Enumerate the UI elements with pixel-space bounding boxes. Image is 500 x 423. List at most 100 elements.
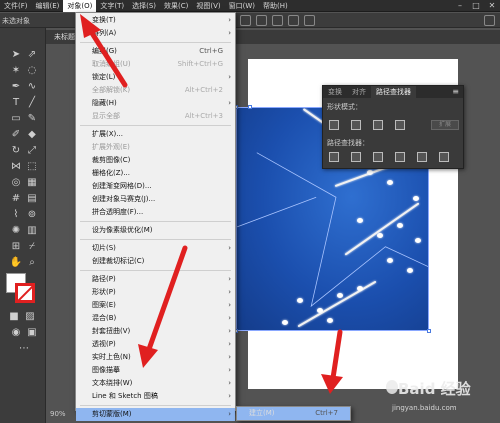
object-menu-item[interactable]: 扩展(X)...: [76, 128, 235, 141]
object-menu-item[interactable]: 排列(A) ›: [76, 27, 235, 40]
object-menu-item[interactable]: 剪切蒙版(M) ›: [76, 408, 235, 421]
trim-icon[interactable]: [351, 152, 361, 162]
selection-tool-icon[interactable]: ➤: [8, 48, 24, 62]
tab-pathfinder[interactable]: 路径查找器: [371, 86, 416, 98]
tab-align[interactable]: 对齐: [347, 86, 371, 98]
minimize-icon[interactable]: –: [452, 0, 468, 12]
eyedropper-icon[interactable]: ⌇: [8, 208, 24, 222]
menu-file[interactable]: 文件(F): [0, 0, 32, 12]
type-tool-icon[interactable]: T: [8, 96, 24, 110]
object-menu-item[interactable]: Line 和 Sketch 图稿 ›: [76, 390, 235, 403]
direct-selection-tool-icon[interactable]: ⇗: [24, 48, 40, 62]
maximize-icon[interactable]: □: [468, 0, 484, 12]
edit-toolbar-icon[interactable]: ⋯: [16, 342, 32, 356]
menu-edit[interactable]: 编辑(E): [32, 0, 64, 12]
symbol-sprayer-icon[interactable]: ✺: [8, 224, 24, 238]
object-menu-item[interactable]: 栅格化(Z)...: [76, 167, 235, 180]
transform-icon[interactable]: [256, 15, 267, 26]
minus-front-icon[interactable]: [351, 120, 361, 130]
minus-back-icon[interactable]: [439, 152, 449, 162]
menu-select[interactable]: 选择(S): [128, 0, 160, 12]
scale-tool-icon[interactable]: ⤢: [24, 144, 40, 158]
object-menu-item[interactable]: 编组(G) Ctrl+G: [76, 45, 235, 58]
expand-button[interactable]: 扩展: [431, 120, 459, 130]
object-menu-item[interactable]: 实时上色(N) ›: [76, 351, 235, 364]
menu-window[interactable]: 窗口(W): [225, 0, 259, 12]
draw-mode-icon[interactable]: ◉: [8, 326, 24, 340]
object-menu-item[interactable]: 锁定(L) ›: [76, 71, 235, 84]
object-menu-item[interactable]: 隐藏(H) ›: [76, 97, 235, 110]
slice-tool-icon[interactable]: ⌿: [24, 240, 40, 254]
menu-help[interactable]: 帮助(H): [259, 0, 292, 12]
artboard-tool-icon[interactable]: ⊞: [8, 240, 24, 254]
baidu-paw-icon: [386, 380, 398, 394]
rotate-tool-icon[interactable]: ↻: [8, 144, 24, 158]
object-menu-item[interactable]: 文本绕排(W) ›: [76, 377, 235, 390]
width-tool-icon[interactable]: ⋈: [8, 160, 24, 174]
eraser-tool-icon[interactable]: ◆: [24, 128, 40, 142]
crop-icon[interactable]: [395, 152, 405, 162]
zoom-level[interactable]: 90%: [46, 408, 76, 420]
rectangle-tool-icon[interactable]: ▭: [8, 112, 24, 126]
menu-more-icon[interactable]: [304, 15, 315, 26]
shaper-tool-icon[interactable]: ✐: [8, 128, 24, 142]
blend-tool-icon[interactable]: ⊚: [24, 208, 40, 222]
arrange-icon[interactable]: [272, 15, 283, 26]
panel-menu-icon[interactable]: [484, 15, 495, 26]
object-menu-item[interactable]: 形状(P) ›: [76, 286, 235, 299]
object-menu-item[interactable]: 切片(S) ›: [76, 242, 235, 255]
object-menu-item[interactable]: 设为像素级优化(M): [76, 224, 235, 237]
object-menu-item[interactable]: 裁剪图像(C): [76, 154, 235, 167]
object-menu-item[interactable]: 创建对象马赛克(J)...: [76, 193, 235, 206]
hand-tool-icon[interactable]: ✋: [8, 256, 24, 270]
outline-icon[interactable]: [417, 152, 427, 162]
object-menu-item[interactable]: 封套扭曲(V) ›: [76, 325, 235, 338]
gradient-mode-icon[interactable]: ▨: [22, 310, 38, 324]
object-menu-item[interactable]: 拼合透明度(F)...: [76, 206, 235, 219]
menu-object[interactable]: 对象(O): [63, 0, 97, 12]
color-mode-icon[interactable]: ■: [6, 310, 22, 324]
menu-type[interactable]: 文字(T): [96, 0, 128, 12]
blossom: [337, 293, 343, 298]
object-menu-item[interactable]: 创建渐变网格(D)...: [76, 180, 235, 193]
intersect-icon[interactable]: [373, 120, 383, 130]
stroke-swatch[interactable]: [15, 283, 35, 303]
submenu-chevron-icon: ›: [228, 366, 231, 374]
pen-tool-icon[interactable]: ✒: [8, 80, 24, 94]
unite-icon[interactable]: [329, 120, 339, 130]
graph-tool-icon[interactable]: ▥: [24, 224, 40, 238]
zoom-tool-icon[interactable]: ⌕: [24, 256, 40, 270]
screen-mode-icon[interactable]: ▣: [24, 326, 40, 340]
gradient-tool-icon[interactable]: ▤: [24, 192, 40, 206]
selection-handle[interactable]: [427, 329, 431, 333]
selection-handle[interactable]: [248, 105, 252, 109]
align-icon[interactable]: [240, 15, 251, 26]
close-icon[interactable]: ✕: [484, 0, 500, 12]
object-menu-item[interactable]: 变换(T) ›: [76, 14, 235, 27]
object-menu-item[interactable]: 透视(P) ›: [76, 338, 235, 351]
perspective-grid-icon[interactable]: ▦: [24, 176, 40, 190]
paintbrush-tool-icon[interactable]: ✎: [24, 112, 40, 126]
panel-menu-icon[interactable]: ≡: [452, 87, 459, 96]
document-tab[interactable]: 未标题: [54, 32, 75, 42]
object-menu-item[interactable]: 图案(E) ›: [76, 299, 235, 312]
free-transform-icon[interactable]: ⬚: [24, 160, 40, 174]
mesh-tool-icon[interactable]: #: [8, 192, 24, 206]
merge-icon[interactable]: [373, 152, 383, 162]
object-menu-item[interactable]: 创建裁切标记(C): [76, 255, 235, 268]
isolate-icon[interactable]: [288, 15, 299, 26]
menu-effect[interactable]: 效果(C): [160, 0, 192, 12]
tab-transform[interactable]: 变换: [323, 86, 347, 98]
object-menu-item[interactable]: 路径(P) ›: [76, 273, 235, 286]
object-menu-item[interactable]: 混合(B) ›: [76, 312, 235, 325]
shape-builder-icon[interactable]: ◎: [8, 176, 24, 190]
divide-icon[interactable]: [329, 152, 339, 162]
menu-view[interactable]: 视图(V): [192, 0, 224, 12]
magic-wand-icon[interactable]: ✶: [8, 64, 24, 78]
lasso-icon[interactable]: ◌: [24, 64, 40, 78]
object-menu-item[interactable]: 图像描摹 ›: [76, 364, 235, 377]
line-tool-icon[interactable]: ╱: [24, 96, 40, 110]
exclude-icon[interactable]: [395, 120, 405, 130]
curvature-tool-icon[interactable]: ∿: [24, 80, 40, 94]
clip-make-menu-item[interactable]: 建立(M) Ctrl+7: [237, 407, 350, 420]
